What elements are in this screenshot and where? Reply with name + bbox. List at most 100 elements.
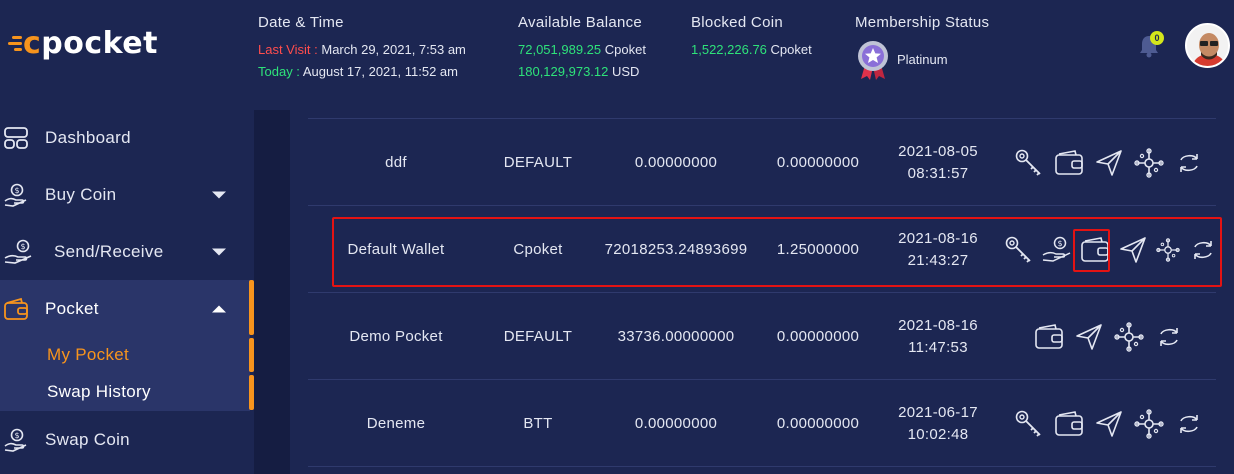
wallet-created: 2021-08-16 21:43:27	[876, 206, 1000, 293]
membership-block: Membership Status Platinum	[855, 14, 989, 81]
network-icon[interactable]	[1156, 235, 1180, 265]
wallet-coin: DEFAULT	[503, 328, 573, 345]
wallet-icon[interactable]	[1054, 148, 1084, 178]
swap-icon[interactable]	[1174, 409, 1204, 439]
svg-text:$: $	[14, 431, 19, 440]
send-icon[interactable]	[1118, 235, 1148, 265]
wallet-coin: DEFAULT	[503, 154, 573, 171]
send-icon[interactable]	[1094, 148, 1124, 178]
balance-usd-amount: 180,129,973.12	[518, 64, 609, 79]
wallet-balance: 0.00000000	[634, 154, 718, 171]
blocked-unit: Cpoket	[770, 42, 812, 57]
wallet-icon[interactable]	[1034, 322, 1064, 352]
send-receive-icon: $	[4, 239, 32, 264]
key-icon[interactable]	[1014, 409, 1044, 439]
table-row: Default Wallet Cpoket 72018253.24893699 …	[308, 206, 1216, 293]
membership-title: Membership Status	[855, 14, 990, 31]
sidebar-item-buy-coin[interactable]: $ Buy Coin	[0, 166, 250, 223]
wallet-name: Deneme	[366, 415, 426, 432]
wallet-created: 2021-08-16 11:47:53	[876, 293, 1000, 380]
hand-coin-icon: $	[4, 428, 27, 452]
sidebar-item-label: Buy Coin	[45, 184, 117, 204]
row-actions	[1034, 293, 1184, 380]
wallet-name: Default Wallet	[347, 241, 445, 258]
created-date: 2021-06-17	[898, 403, 978, 421]
key-icon[interactable]	[1014, 148, 1044, 178]
created-time: 08:31:57	[907, 164, 969, 182]
today-value: August 17, 2021, 11:52 am	[302, 64, 458, 79]
active-indicator	[249, 375, 254, 410]
logo-speed-lines	[8, 36, 22, 51]
chevron-down-icon[interactable]	[212, 191, 226, 198]
balance-coin-unit: Cpoket	[604, 42, 646, 57]
wallet-balance: 72018253.24893699	[604, 241, 748, 258]
dashboard-icon	[4, 126, 28, 149]
active-indicator	[249, 280, 254, 335]
blocked-block: Blocked Coin 1,522,226.76 Cpoket	[691, 14, 812, 61]
datetime-title: Date & Time	[258, 14, 344, 31]
created-time: 11:47:53	[908, 338, 968, 356]
medal-icon	[858, 41, 888, 80]
hand-coin-icon: $	[4, 183, 27, 207]
swap-icon[interactable]	[1174, 148, 1204, 178]
svg-text:$: $	[14, 186, 19, 195]
avatar[interactable]	[1185, 23, 1230, 68]
wallet-referral: 1.25000000	[776, 241, 860, 258]
chevron-up-icon[interactable]	[212, 305, 226, 312]
blocked-title: Blocked Coin	[691, 14, 783, 31]
created-time: 21:43:27	[907, 251, 969, 269]
send-icon[interactable]	[1074, 322, 1104, 352]
created-date: 2021-08-16	[898, 316, 978, 334]
wallet-referral: 0.00000000	[776, 328, 860, 345]
wallet-created: 2021-08-05 08:31:57	[876, 119, 1000, 206]
sidebar-item-label: Pocket	[45, 298, 99, 318]
wallet-referral: 0.00000000	[776, 415, 860, 432]
created-date: 2021-08-16	[898, 229, 978, 247]
network-icon[interactable]	[1134, 147, 1164, 178]
wallet-created: 2021-06-17 10:02:48	[876, 380, 1000, 467]
membership-level: Platinum	[897, 52, 948, 67]
sidebar-item-swap-coin[interactable]: $ Swap Coin	[0, 411, 250, 468]
swap-icon[interactable]	[1154, 322, 1184, 352]
today-label: Today :	[258, 64, 300, 79]
wallet-name: ddf	[385, 154, 407, 171]
blocked-amount: 1,522,226.76	[691, 42, 767, 57]
wallet-icon[interactable]	[1054, 409, 1084, 439]
submenu-swap-history[interactable]: Swap History	[47, 382, 151, 402]
wallet-icon	[4, 297, 28, 320]
hand-coin-icon[interactable]	[1042, 235, 1072, 265]
table-row: Demo Pocket DEFAULT 33736.00000000 0.000…	[308, 293, 1216, 380]
wallet-icon[interactable]	[1080, 235, 1110, 265]
wallet-coin: BTT	[523, 415, 553, 432]
submenu-my-pocket[interactable]: My Pocket	[47, 345, 129, 365]
brand-logo[interactable]: cpocket	[8, 26, 158, 61]
send-icon[interactable]	[1094, 409, 1124, 439]
sidebar-item-dashboard[interactable]: Dashboard	[0, 109, 250, 166]
logo-prefix: c	[23, 26, 42, 61]
active-indicator	[249, 338, 254, 372]
swap-icon[interactable]	[1188, 235, 1218, 265]
logo-name: pocket	[41, 26, 158, 61]
wallet-name: Demo Pocket	[349, 328, 443, 345]
network-icon[interactable]	[1134, 408, 1164, 439]
sidebar-item-pocket[interactable]: Pocket	[0, 280, 250, 337]
balance-block: Available Balance 72,051,989.25 Cpoket 1…	[518, 14, 646, 83]
last-visit-value: March 29, 2021, 7:53 am	[321, 42, 466, 57]
sidebar-item-label: Swap Coin	[45, 429, 130, 449]
last-visit-label: Last Visit :	[258, 42, 318, 57]
table-row: ddf DEFAULT 0.00000000 0.00000000 2021-0…	[308, 119, 1216, 206]
sidebar-item-send-receive[interactable]: $ Send/Receive	[0, 223, 250, 280]
created-time: 10:02:48	[907, 425, 969, 443]
user-photo-icon	[1187, 25, 1228, 66]
chevron-down-icon[interactable]	[212, 248, 226, 255]
wallet-balance: 33736.00000000	[617, 328, 735, 345]
wallet-balance: 0.00000000	[634, 415, 718, 432]
key-icon[interactable]	[1004, 235, 1034, 265]
svg-text:$: $	[20, 242, 25, 251]
balance-usd-unit: USD	[612, 64, 640, 79]
balance-coin-amount: 72,051,989.25	[518, 42, 602, 57]
sidebar-item-label: Dashboard	[45, 127, 131, 147]
row-actions	[1014, 119, 1204, 206]
created-date: 2021-08-05	[898, 142, 978, 160]
network-icon[interactable]	[1114, 321, 1144, 352]
